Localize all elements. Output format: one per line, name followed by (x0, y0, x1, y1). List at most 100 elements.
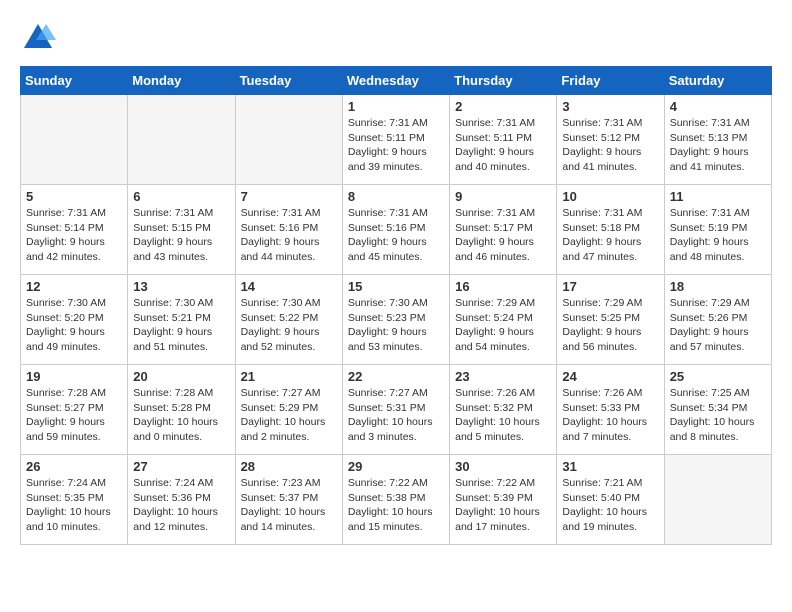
calendar-cell: 4 Sunrise: 7:31 AM Sunset: 5:13 PM Daylig… (664, 95, 771, 185)
weekday-header-monday: Monday (128, 67, 235, 95)
day-info: Sunrise: 7:27 AM Sunset: 5:31 PM Dayligh… (348, 386, 444, 445)
calendar-cell: 6Sunrise: 7:31 AM Sunset: 5:15 PM Daylig… (128, 185, 235, 275)
day-number: 1 (348, 99, 444, 114)
day-number: 26 (26, 459, 122, 474)
calendar-cell (21, 95, 128, 185)
calendar-cell (664, 455, 771, 545)
day-info: Sunrise: 7:22 AM Sunset: 5:38 PM Dayligh… (348, 476, 444, 535)
day-number: 11 (670, 189, 766, 204)
calendar-cell: 3Sunrise: 7:31 AM Sunset: 5:12 PM Daylig… (557, 95, 664, 185)
calendar-cell (128, 95, 235, 185)
logo-icon (20, 20, 56, 56)
calendar-week-row-3: 12 Sunrise: 7:30 AM Sunset: 5:20 PM Dayli… (21, 275, 772, 365)
day-info: Sunrise: 7:28 AM Sunset: 5:27 PM Dayligh… (26, 386, 122, 445)
day-info: Sunrise: 7:27 AM Sunset: 5:29 PM Dayligh… (241, 386, 337, 445)
day-number: 28 (241, 459, 337, 474)
calendar-cell: 21 Sunrise: 7:27 AM Sunset: 5:29 PM Dayli… (235, 365, 342, 455)
calendar-cell: 31 Sunrise: 7:21 AM Sunset: 5:40 PM Dayli… (557, 455, 664, 545)
calendar-cell: 5 Sunrise: 7:31 AM Sunset: 5:14 PM Daylig… (21, 185, 128, 275)
weekday-header-sunday: Sunday (21, 67, 128, 95)
day-number: 9 (455, 189, 551, 204)
day-info: Sunrise: 7:24 AM Sunset: 5:35 PM Dayligh… (26, 476, 122, 535)
weekday-header-thursday: Thursday (450, 67, 557, 95)
page-header (20, 20, 772, 56)
calendar-cell: 10Sunrise: 7:31 AM Sunset: 5:18 PM Dayli… (557, 185, 664, 275)
day-number: 13 (133, 279, 229, 294)
day-info: Sunrise: 7:30 AM Sunset: 5:20 PM Dayligh… (26, 296, 122, 355)
calendar-week-row-5: 26 Sunrise: 7:24 AM Sunset: 5:35 PM Dayli… (21, 455, 772, 545)
day-number: 12 (26, 279, 122, 294)
calendar-cell: 9 Sunrise: 7:31 AM Sunset: 5:17 PM Daylig… (450, 185, 557, 275)
day-number: 16 (455, 279, 551, 294)
calendar-cell: 8 Sunrise: 7:31 AM Sunset: 5:16 PM Daylig… (342, 185, 449, 275)
calendar-cell: 15Sunrise: 7:30 AM Sunset: 5:23 PM Dayli… (342, 275, 449, 365)
calendar-week-row-2: 5 Sunrise: 7:31 AM Sunset: 5:14 PM Daylig… (21, 185, 772, 275)
day-info: Sunrise: 7:31 AM Sunset: 5:12 PM Dayligh… (562, 116, 658, 175)
day-number: 21 (241, 369, 337, 384)
day-info: Sunrise: 7:31 AM Sunset: 5:19 PM Dayligh… (670, 206, 766, 265)
calendar-cell: 12 Sunrise: 7:30 AM Sunset: 5:20 PM Dayli… (21, 275, 128, 365)
day-number: 22 (348, 369, 444, 384)
calendar-cell: 26 Sunrise: 7:24 AM Sunset: 5:35 PM Dayli… (21, 455, 128, 545)
day-number: 30 (455, 459, 551, 474)
calendar-cell: 22 Sunrise: 7:27 AM Sunset: 5:31 PM Dayli… (342, 365, 449, 455)
calendar-cell: 11 Sunrise: 7:31 AM Sunset: 5:19 PM Dayli… (664, 185, 771, 275)
day-info: Sunrise: 7:31 AM Sunset: 5:16 PM Dayligh… (241, 206, 337, 265)
day-number: 17 (562, 279, 658, 294)
calendar-cell: 30Sunrise: 7:22 AM Sunset: 5:39 PM Dayli… (450, 455, 557, 545)
day-info: Sunrise: 7:28 AM Sunset: 5:28 PM Dayligh… (133, 386, 229, 445)
calendar-cell: 27 Sunrise: 7:24 AM Sunset: 5:36 PM Dayli… (128, 455, 235, 545)
day-number: 10 (562, 189, 658, 204)
day-info: Sunrise: 7:29 AM Sunset: 5:26 PM Dayligh… (670, 296, 766, 355)
calendar-week-row-4: 19 Sunrise: 7:28 AM Sunset: 5:27 PM Dayli… (21, 365, 772, 455)
day-number: 27 (133, 459, 229, 474)
day-number: 24 (562, 369, 658, 384)
calendar-cell: 24 Sunrise: 7:26 AM Sunset: 5:33 PM Dayli… (557, 365, 664, 455)
day-number: 2 (455, 99, 551, 114)
day-number: 4 (670, 99, 766, 114)
day-number: 20 (133, 369, 229, 384)
day-number: 5 (26, 189, 122, 204)
day-info: Sunrise: 7:31 AM Sunset: 5:11 PM Dayligh… (455, 116, 551, 175)
calendar-cell: 1 Sunrise: 7:31 AM Sunset: 5:11 PM Daylig… (342, 95, 449, 185)
day-number: 8 (348, 189, 444, 204)
day-info: Sunrise: 7:31 AM Sunset: 5:15 PM Dayligh… (133, 206, 229, 265)
calendar-cell: 25 Sunrise: 7:25 AM Sunset: 5:34 PM Dayli… (664, 365, 771, 455)
day-number: 29 (348, 459, 444, 474)
day-number: 19 (26, 369, 122, 384)
day-info: Sunrise: 7:26 AM Sunset: 5:32 PM Dayligh… (455, 386, 551, 445)
day-number: 14 (241, 279, 337, 294)
day-info: Sunrise: 7:26 AM Sunset: 5:33 PM Dayligh… (562, 386, 658, 445)
calendar-cell: 18 Sunrise: 7:29 AM Sunset: 5:26 PM Dayli… (664, 275, 771, 365)
calendar-cell: 20 Sunrise: 7:28 AM Sunset: 5:28 PM Dayli… (128, 365, 235, 455)
calendar-cell: 23 Sunrise: 7:26 AM Sunset: 5:32 PM Dayli… (450, 365, 557, 455)
weekday-header-row: SundayMondayTuesdayWednesdayThursdayFrid… (21, 67, 772, 95)
day-number: 23 (455, 369, 551, 384)
calendar-cell (235, 95, 342, 185)
calendar-cell: 14Sunrise: 7:30 AM Sunset: 5:22 PM Dayli… (235, 275, 342, 365)
calendar-cell: 29 Sunrise: 7:22 AM Sunset: 5:38 PM Dayli… (342, 455, 449, 545)
day-info: Sunrise: 7:29 AM Sunset: 5:24 PM Dayligh… (455, 296, 551, 355)
day-number: 31 (562, 459, 658, 474)
day-info: Sunrise: 7:25 AM Sunset: 5:34 PM Dayligh… (670, 386, 766, 445)
calendar-table: SundayMondayTuesdayWednesdayThursdayFrid… (20, 66, 772, 545)
day-info: Sunrise: 7:31 AM Sunset: 5:17 PM Dayligh… (455, 206, 551, 265)
calendar-cell: 17 Sunrise: 7:29 AM Sunset: 5:25 PM Dayli… (557, 275, 664, 365)
day-info: Sunrise: 7:30 AM Sunset: 5:23 PM Dayligh… (348, 296, 444, 355)
day-info: Sunrise: 7:21 AM Sunset: 5:40 PM Dayligh… (562, 476, 658, 535)
calendar-cell: 2 Sunrise: 7:31 AM Sunset: 5:11 PM Daylig… (450, 95, 557, 185)
day-info: Sunrise: 7:31 AM Sunset: 5:16 PM Dayligh… (348, 206, 444, 265)
day-number: 25 (670, 369, 766, 384)
weekday-header-saturday: Saturday (664, 67, 771, 95)
day-number: 18 (670, 279, 766, 294)
day-info: Sunrise: 7:31 AM Sunset: 5:14 PM Dayligh… (26, 206, 122, 265)
day-info: Sunrise: 7:31 AM Sunset: 5:13 PM Dayligh… (670, 116, 766, 175)
calendar-cell: 16 Sunrise: 7:29 AM Sunset: 5:24 PM Dayli… (450, 275, 557, 365)
day-info: Sunrise: 7:31 AM Sunset: 5:11 PM Dayligh… (348, 116, 444, 175)
day-info: Sunrise: 7:24 AM Sunset: 5:36 PM Dayligh… (133, 476, 229, 535)
calendar-cell: 13Sunrise: 7:30 AM Sunset: 5:21 PM Dayli… (128, 275, 235, 365)
calendar-week-row-1: 1 Sunrise: 7:31 AM Sunset: 5:11 PM Daylig… (21, 95, 772, 185)
day-info: Sunrise: 7:29 AM Sunset: 5:25 PM Dayligh… (562, 296, 658, 355)
logo (20, 20, 62, 56)
weekday-header-tuesday: Tuesday (235, 67, 342, 95)
